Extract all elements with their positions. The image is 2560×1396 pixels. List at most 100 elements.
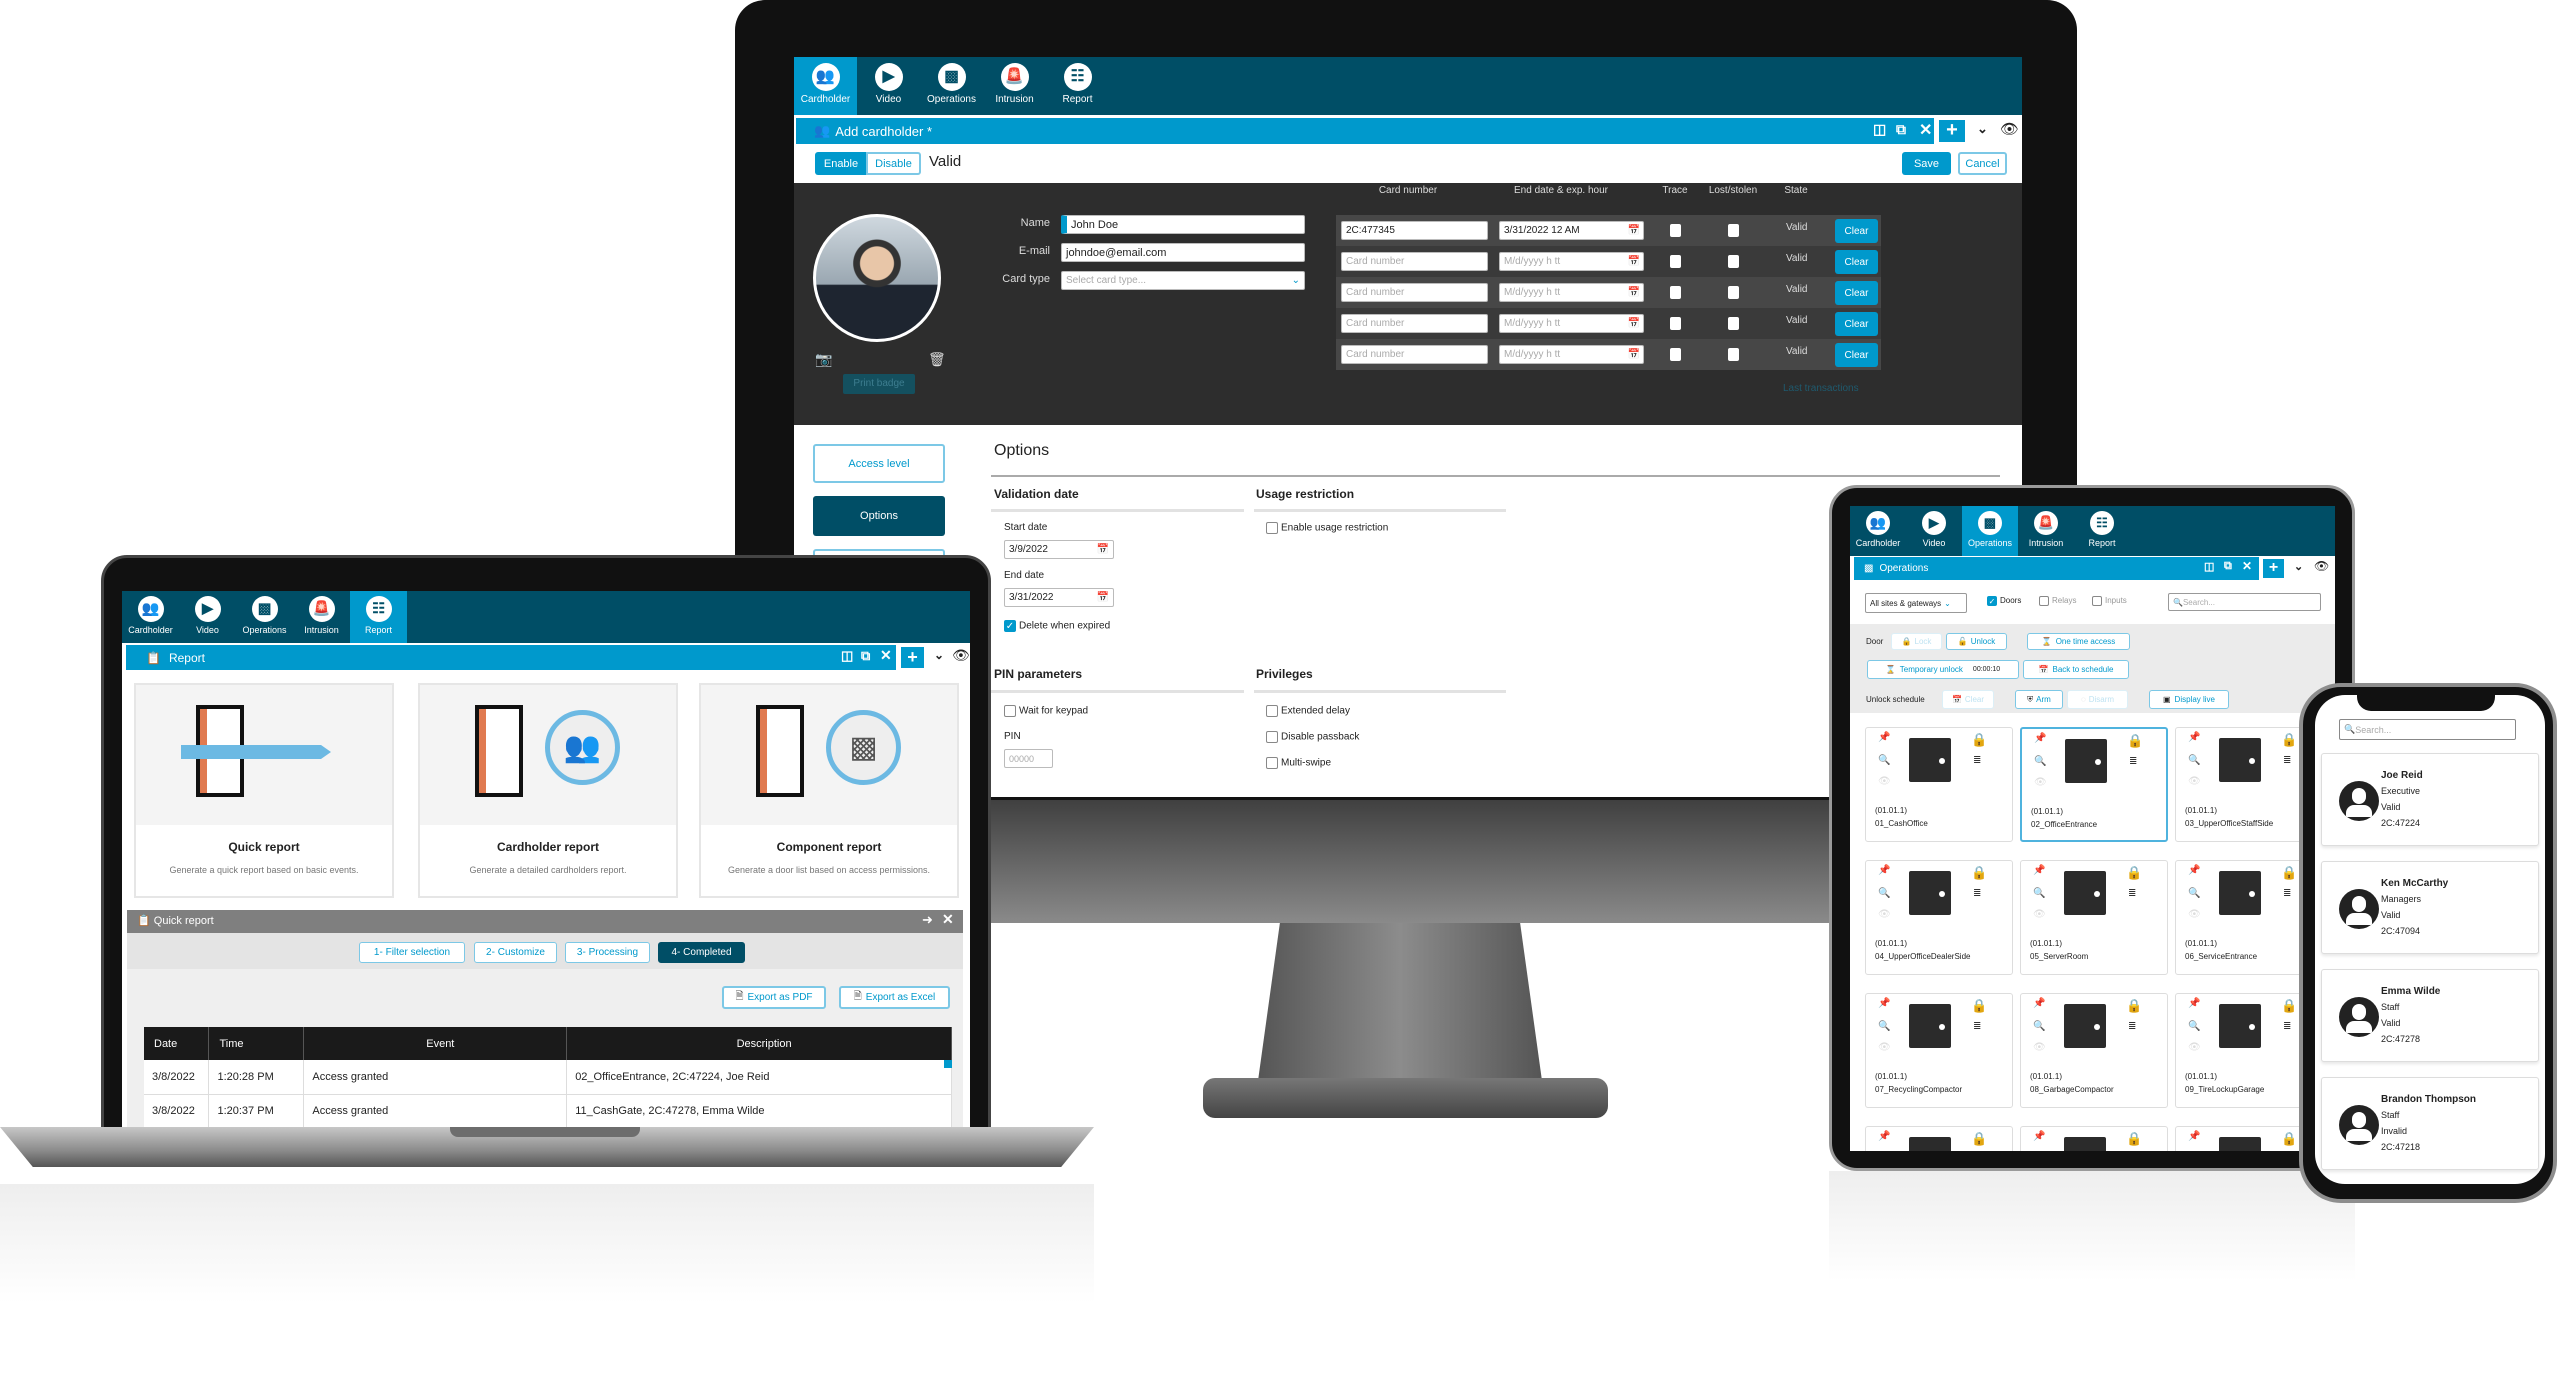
tab-cardholder[interactable]: 👥 Cardholder [1850,506,1906,556]
tab-report[interactable]: ☷ Report [1046,57,1109,115]
relays-checkbox[interactable]: Relays [2039,596,2076,606]
temporary-unlock-button[interactable]: ⌛ Temporary unlock 00:00:10 [1867,660,2019,679]
door-card[interactable]: 📌🔍👁🔒≣ [1865,1126,2013,1151]
door-card[interactable]: 📌🔍👁🔒≣ [2020,1126,2168,1151]
eye-icon[interactable]: 👁 [2000,120,2019,138]
inputs-checkbox[interactable]: Inputs [2092,596,2127,606]
zoom-icon[interactable]: 🔍 [1878,1021,1890,1032]
doors-checkbox[interactable]: ✓ Doors [1987,596,2021,606]
wait-for-keypad-checkbox[interactable]: Wait for keypad [1004,705,1088,717]
table-row[interactable]: 3/8/2022 1:20:37 PM Access granted 11_CashG… [144,1094,952,1127]
enable-usage-restriction-checkbox[interactable]: Enable usage restriction [1266,522,1388,534]
export-pdf-button[interactable]: 🗎 Export as PDF [722,986,826,1009]
add-tab-button[interactable]: + [2261,557,2286,580]
tab-video[interactable]: ▶ Video [1906,506,1962,556]
clear-card-button[interactable]: Clear [1835,281,1878,305]
door-card[interactable]: 📌 🔍 👁 🔒 ≣ (01.01.1) 01_CashOffice [1865,727,2013,842]
eye-icon[interactable]: 👁 [2188,1042,2201,1053]
tab-cardholder[interactable]: 👥 Cardholder [794,57,857,115]
calendar-icon[interactable]: 📅 [1628,318,1640,329]
export-excel-button[interactable]: 🗎 Export as Excel [839,986,950,1009]
delete-when-expired-checkbox[interactable]: ✓ Delete when expired [1004,620,1110,632]
trace-checkbox[interactable] [1670,317,1681,330]
column-header[interactable]: Date [144,1027,210,1060]
end-date-input[interactable]: 3/31/2022 📅 [1004,588,1114,607]
trace-checkbox[interactable] [1670,255,1681,268]
card-number-input[interactable]: Card number [1341,252,1488,271]
close-icon[interactable]: ✕ [880,647,892,664]
door-card[interactable]: 📌 🔍 👁 🔒 ≣ (01.01.1) 05_ServerRoom [2020,860,2168,975]
tab-cardholder[interactable]: 👥 Cardholder [122,591,179,643]
eye-icon[interactable]: 👁 [2314,559,2329,573]
zoom-icon[interactable]: 🔍 [2188,888,2200,899]
pin-icon[interactable]: 📌 [1878,865,1890,876]
end-date-input[interactable]: M/d/yyyy h tt 📅 [1499,314,1644,333]
multi-swipe-checkbox[interactable]: Multi-swipe [1266,757,1331,769]
calendar-icon[interactable]: 📅 [1628,225,1640,236]
tab-intrusion[interactable]: 🚨 Intrusion [983,57,1046,115]
card-type-select[interactable]: Select card type... ⌄ [1061,271,1305,290]
zoom-icon[interactable]: 🔍 [2188,1021,2200,1032]
trace-checkbox[interactable] [1670,348,1681,361]
column-header[interactable]: Time [208,1027,305,1060]
tab-report[interactable]: ☷ Report [350,591,407,643]
lost-stolen-checkbox[interactable] [1728,317,1739,330]
report-card-2[interactable]: 👥 Cardholder report Generate a detailed ca… [418,683,678,898]
calendar-icon[interactable]: 📅 [1097,544,1109,555]
pin-icon[interactable]: 📌 [2034,733,2046,744]
disarm-button[interactable]: ◌ Disarm [2067,690,2128,709]
unlock-button[interactable]: 🔓 Unlock [1946,633,2007,650]
eye-icon[interactable]: 👁 [1878,909,1891,920]
one-time-access-button[interactable]: ⌛ One time access [2027,633,2130,650]
split-view-icon[interactable]: ◫ [841,648,853,664]
zoom-icon[interactable]: 🔍 [2188,755,2200,766]
step-3[interactable]: 3- Processing [565,942,650,963]
tab-operations[interactable]: ▩ Operations [236,591,293,643]
split-view-icon[interactable]: ◫ [2204,560,2214,573]
card-number-input[interactable]: Card number [1341,345,1488,364]
close-icon[interactable]: ✕ [942,911,954,928]
trace-checkbox[interactable] [1670,224,1681,237]
cardholder-card[interactable]: Brandon Thompson Staff Invalid 2C:47218 [2321,1077,2539,1170]
lost-stolen-checkbox[interactable] [1728,255,1739,268]
clear-card-button[interactable]: Clear [1835,219,1878,243]
clear-schedule-button[interactable]: 📅 Clear [1942,690,1994,709]
pin-icon[interactable]: 📌 [2033,1131,2045,1142]
popout-icon[interactable]: ⧉ [1896,121,1906,138]
cardholder-card[interactable]: Ken McCarthy Managers Valid 2C:47094 [2321,861,2539,954]
tab-video[interactable]: ▶ Video [857,57,920,115]
pin-icon[interactable]: 📌 [2188,865,2200,876]
site-select[interactable]: All sites & gateways ⌄ [1865,593,1967,613]
pin-icon[interactable]: 📌 [2188,732,2200,743]
zoom-icon[interactable]: 🔍 [2033,888,2045,899]
calendar-icon[interactable]: 📅 [1097,592,1109,603]
back-to-schedule-button[interactable]: 📅 Back to schedule [2023,660,2129,679]
lost-stolen-checkbox[interactable] [1728,286,1739,299]
close-icon[interactable]: ✕ [2242,559,2252,573]
zoom-icon[interactable]: 🔍 [2034,756,2046,767]
search-input[interactable]: 🔍 Search... [2168,593,2321,611]
print-badge-button[interactable]: Print badge [843,374,915,394]
pin-icon[interactable]: 📌 [2188,1131,2200,1142]
clear-card-button[interactable]: Clear [1835,250,1878,274]
tab-report[interactable]: ☷ Report [2074,506,2130,556]
pin-icon[interactable]: 📌 [2033,998,2045,1009]
chevron-down-icon[interactable]: ⌄ [2294,560,2303,573]
pin-icon[interactable]: 📌 [1878,1131,1890,1142]
add-tab-button[interactable]: + [899,645,926,670]
end-date-input[interactable]: M/d/yyyy h tt 📅 [1499,345,1644,364]
disable-button[interactable]: Disable [866,152,921,175]
chevron-down-icon[interactable]: ⌄ [934,648,944,662]
dock-arrow-icon[interactable]: ➜ [922,912,933,928]
zoom-icon[interactable]: 🔍 [2033,1021,2045,1032]
sidebar-options[interactable]: Options [813,496,945,536]
arm-button[interactable]: ⛨ Arm [2015,690,2063,709]
calendar-icon[interactable]: 📅 [1628,287,1640,298]
close-icon[interactable]: ✕ [1919,120,1932,140]
report-card-1[interactable]: Quick report Generate a quick report base… [134,683,394,898]
clear-card-button[interactable]: Clear [1835,312,1878,336]
table-row[interactable]: 3/8/2022 1:20:28 PM Access granted 02_Offic… [144,1060,952,1094]
calendar-icon[interactable]: 📅 [1628,256,1640,267]
pin-icon[interactable]: 📌 [1878,998,1890,1009]
eye-icon[interactable]: 👁 [2033,909,2046,920]
